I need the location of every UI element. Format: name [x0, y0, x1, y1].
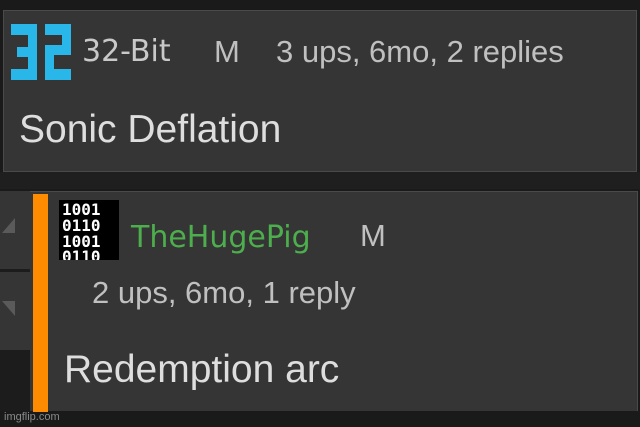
reply-thread-bar [33, 194, 48, 412]
reply-stats: 2 ups, 6mo, 1 reply [92, 275, 356, 310]
32-bit-logo-icon[interactable] [9, 21, 73, 83]
comment-username[interactable]: 32-Bit [82, 34, 171, 69]
reply-text: Redemption arc [64, 348, 340, 391]
vote-column [0, 191, 30, 411]
comment-divider [0, 172, 640, 189]
svg-text:0110: 0110 [62, 247, 101, 260]
downvote-button[interactable] [0, 272, 30, 350]
binary-code-icon[interactable]: 1001 0110 1001 0110 [59, 200, 119, 260]
triangle-down-icon [2, 301, 15, 316]
imgflip-watermark: imgflip.com [4, 411, 60, 423]
reply-gender-badge: M [360, 218, 386, 253]
comment-stats: 3 ups, 6mo, 2 replies [276, 34, 564, 69]
reply-username[interactable]: TheHugePig [131, 220, 311, 255]
triangle-up-icon [2, 218, 15, 233]
comment-gender-badge: M [214, 34, 240, 69]
upvote-button[interactable] [0, 191, 30, 269]
comment-text: Sonic Deflation [19, 108, 282, 151]
